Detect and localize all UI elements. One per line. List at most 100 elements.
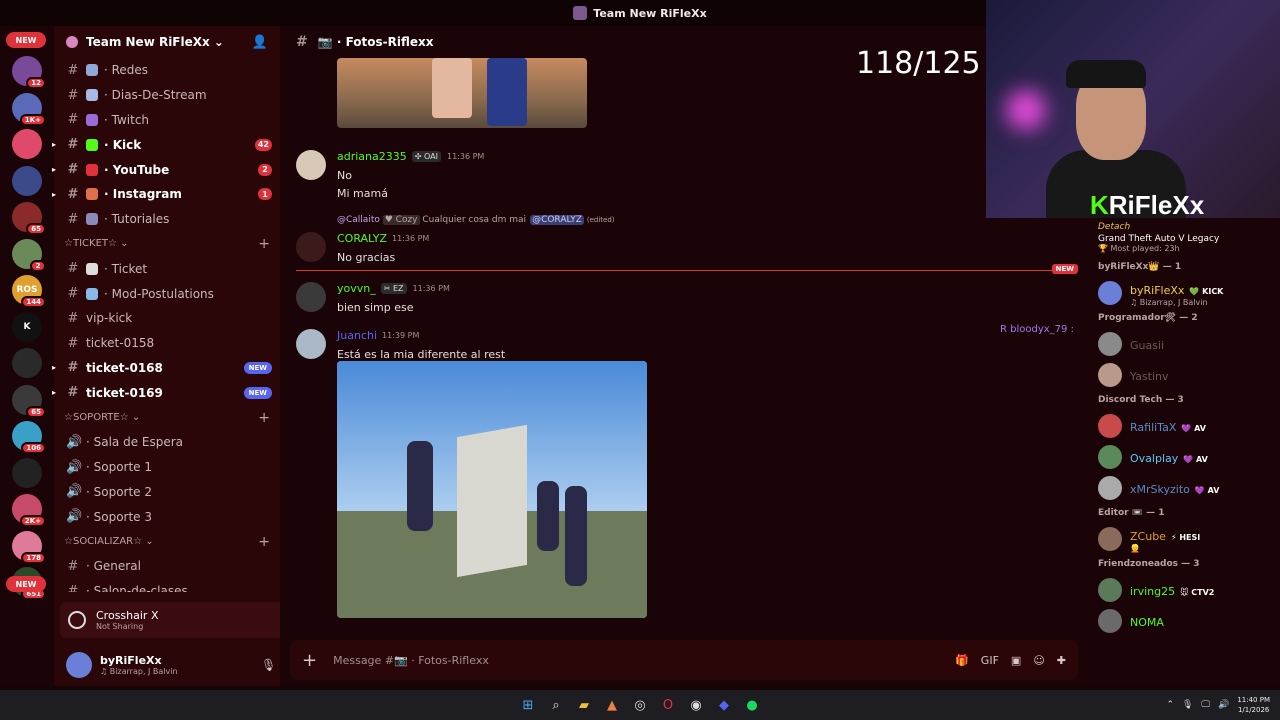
server-icon[interactable]: 65	[12, 202, 46, 235]
attachment-photo[interactable]	[337, 361, 647, 618]
message-author[interactable]: CORALYZ	[337, 232, 387, 245]
spotify-icon[interactable]: ●	[743, 696, 761, 714]
channel-item[interactable]: # · Redes	[54, 58, 280, 83]
channel-item[interactable]: # · Dias-De-Stream	[54, 83, 280, 108]
channel-item[interactable]: 🔊 · Soporte 2	[54, 480, 280, 505]
channel-item[interactable]: # · Tutoriales	[54, 207, 280, 232]
network-icon[interactable]: 🖵	[1201, 700, 1210, 710]
server-label: K	[23, 321, 31, 332]
avatar[interactable]	[296, 329, 326, 359]
channel-item[interactable]: # · General	[54, 554, 280, 579]
avatar[interactable]	[296, 150, 326, 180]
new-label: NEW	[1051, 264, 1078, 274]
channel-item[interactable]: # · Ticket	[54, 256, 280, 281]
discord-icon[interactable]: ◆	[715, 696, 733, 714]
guild-header[interactable]: Team New RiFleXx ⌄ 👤	[54, 26, 280, 58]
channel-item[interactable]: ▸ # · Instagram 1	[52, 182, 280, 207]
app-icon[interactable]: ▲	[603, 696, 621, 714]
channel-item[interactable]: ▸ # ticket-0169 NEW	[52, 380, 280, 405]
create-channel-icon[interactable]: +	[258, 410, 270, 426]
server-icon[interactable]	[12, 165, 42, 196]
member-item[interactable]: Guasii	[1088, 328, 1280, 359]
crosshair-icon	[68, 611, 86, 629]
member-item[interactable]: byRiFleXx 💚 KICK ♫ Bizarrap, J Balvin	[1088, 277, 1280, 308]
avatar	[1098, 280, 1122, 305]
server-icon[interactable]: 106	[12, 421, 46, 454]
message-composer[interactable]: + Message #📷 · Fotos-Riflexx 🎁 GIF ▣ ☺ ✚	[290, 640, 1078, 680]
activity-card[interactable]: Detach Grand Theft Auto V Legacy 🏆 Most …	[1088, 218, 1280, 257]
mention-badge: 65	[26, 405, 46, 418]
member-status: 👱	[1130, 543, 1140, 553]
apps-icon[interactable]: ✚	[1057, 654, 1066, 667]
volume-icon[interactable]: 🔊	[1218, 700, 1229, 710]
message-input[interactable]: Message #📷 · Fotos-Riflexx	[333, 654, 489, 667]
sticker-icon[interactable]: ▣	[1011, 654, 1021, 667]
gif-icon[interactable]: GIF	[981, 654, 999, 667]
microphone-icon[interactable]: 🎙	[1182, 700, 1193, 710]
tray-chevron-icon[interactable]: ⌃	[1166, 700, 1174, 710]
add-member-icon[interactable]: 👤	[252, 35, 268, 50]
channel-item[interactable]: ▸ # · YouTube 2	[52, 157, 280, 182]
server-icon[interactable]	[12, 348, 42, 378]
member-tag: ⚡ HESI	[1170, 532, 1201, 542]
channel-item[interactable]: ▸ # ticket-0168 NEW	[52, 356, 280, 381]
mention[interactable]: @CORALYZ	[530, 215, 584, 225]
message-author[interactable]: yovvn_	[337, 282, 376, 295]
gift-icon[interactable]: 🎁	[955, 654, 969, 667]
message-text: bien simp ese	[337, 301, 414, 314]
crosshair-icon[interactable]: ◎	[631, 696, 649, 714]
message-author[interactable]: Juanchi	[337, 329, 377, 342]
windows-start-icon[interactable]: ⊞	[519, 696, 537, 714]
create-channel-icon[interactable]: +	[258, 236, 270, 252]
category-socializar[interactable]: ☆SOCIALIZAR☆ ⌄ +	[54, 529, 280, 554]
member-item[interactable]: Ovalplay 💜 AV	[1088, 441, 1280, 472]
channel-item[interactable]: 🔊 · Soporte 1	[54, 455, 280, 480]
channel-item[interactable]: # ticket-0158	[54, 331, 280, 356]
member-item[interactable]: ZCube ⚡ HESI 👱	[1088, 523, 1280, 554]
avatar[interactable]	[296, 232, 326, 262]
create-channel-icon[interactable]: +	[258, 534, 270, 550]
message-text: Mi mamá	[337, 187, 388, 200]
avatar[interactable]	[296, 282, 326, 312]
member-item[interactable]: RafiliTaX 💜 AV	[1088, 410, 1280, 441]
reply-preview[interactable]: @Callaito ♥ Cozy Cualquier cosa dm mai @…	[337, 215, 615, 225]
server-icon[interactable]: ROS 144	[12, 275, 46, 308]
emoji-icon[interactable]: ☺	[1033, 654, 1044, 667]
search-icon[interactable]: ⌕	[547, 696, 565, 714]
channel-item[interactable]: # vip-kick	[54, 306, 280, 331]
activity-detached: Detach	[1098, 222, 1131, 232]
rail-new-bottom-badge[interactable]: NEW	[6, 576, 46, 592]
avatar[interactable]	[66, 652, 92, 678]
attachment-image[interactable]	[337, 58, 587, 128]
rail-new-top-badge[interactable]: NEW	[6, 32, 46, 48]
server-icon[interactable]: 2K+	[12, 494, 46, 527]
channel-item[interactable]: ▸ # · Kick 42	[52, 132, 280, 157]
microphone-icon[interactable]: 🎙	[261, 658, 276, 672]
opera-icon[interactable]: O	[659, 696, 677, 714]
category-soporte[interactable]: ☆SOPORTE☆ ⌄ +	[54, 405, 280, 430]
obs-icon[interactable]: ◉	[687, 696, 705, 714]
member-item[interactable]: xMrSkyzito 💜 AV	[1088, 472, 1280, 503]
server-icon[interactable]: 12	[12, 56, 46, 89]
channel-item[interactable]: # · Mod-Postulations	[54, 281, 280, 306]
channel-item[interactable]: # · Twitch	[54, 108, 280, 133]
member-section-header: Discord Tech — 3	[1098, 395, 1184, 405]
clock[interactable]: 11:40 PM 1/1/2026	[1237, 695, 1270, 715]
server-icon[interactable]: 2	[12, 238, 46, 272]
channel-item[interactable]: 🔊 · Soporte 3	[54, 504, 280, 529]
file-explorer-icon[interactable]: ▰	[575, 696, 593, 714]
channel-item[interactable]: 🔊 · Sala de Espera	[54, 430, 280, 455]
server-icon[interactable]: 178	[12, 530, 46, 564]
server-icon[interactable]	[12, 129, 42, 159]
message-author[interactable]: adriana2335	[337, 150, 407, 163]
channel-item[interactable]: # · Salon-de-clases	[54, 579, 280, 592]
server-icon[interactable]	[12, 457, 42, 488]
category-ticket[interactable]: ☆TICKET☆ ⌄ +	[54, 232, 280, 257]
member-item[interactable]: Yastinv	[1088, 359, 1280, 390]
server-icon[interactable]: K	[12, 311, 42, 342]
member-item[interactable]: irving25 🐭 CTV2	[1088, 574, 1280, 605]
server-icon[interactable]: 65	[12, 384, 46, 418]
member-item[interactable]: NOMA	[1088, 605, 1280, 636]
server-icon[interactable]: 1K+	[12, 92, 46, 126]
add-attachment-icon[interactable]: +	[302, 650, 317, 671]
